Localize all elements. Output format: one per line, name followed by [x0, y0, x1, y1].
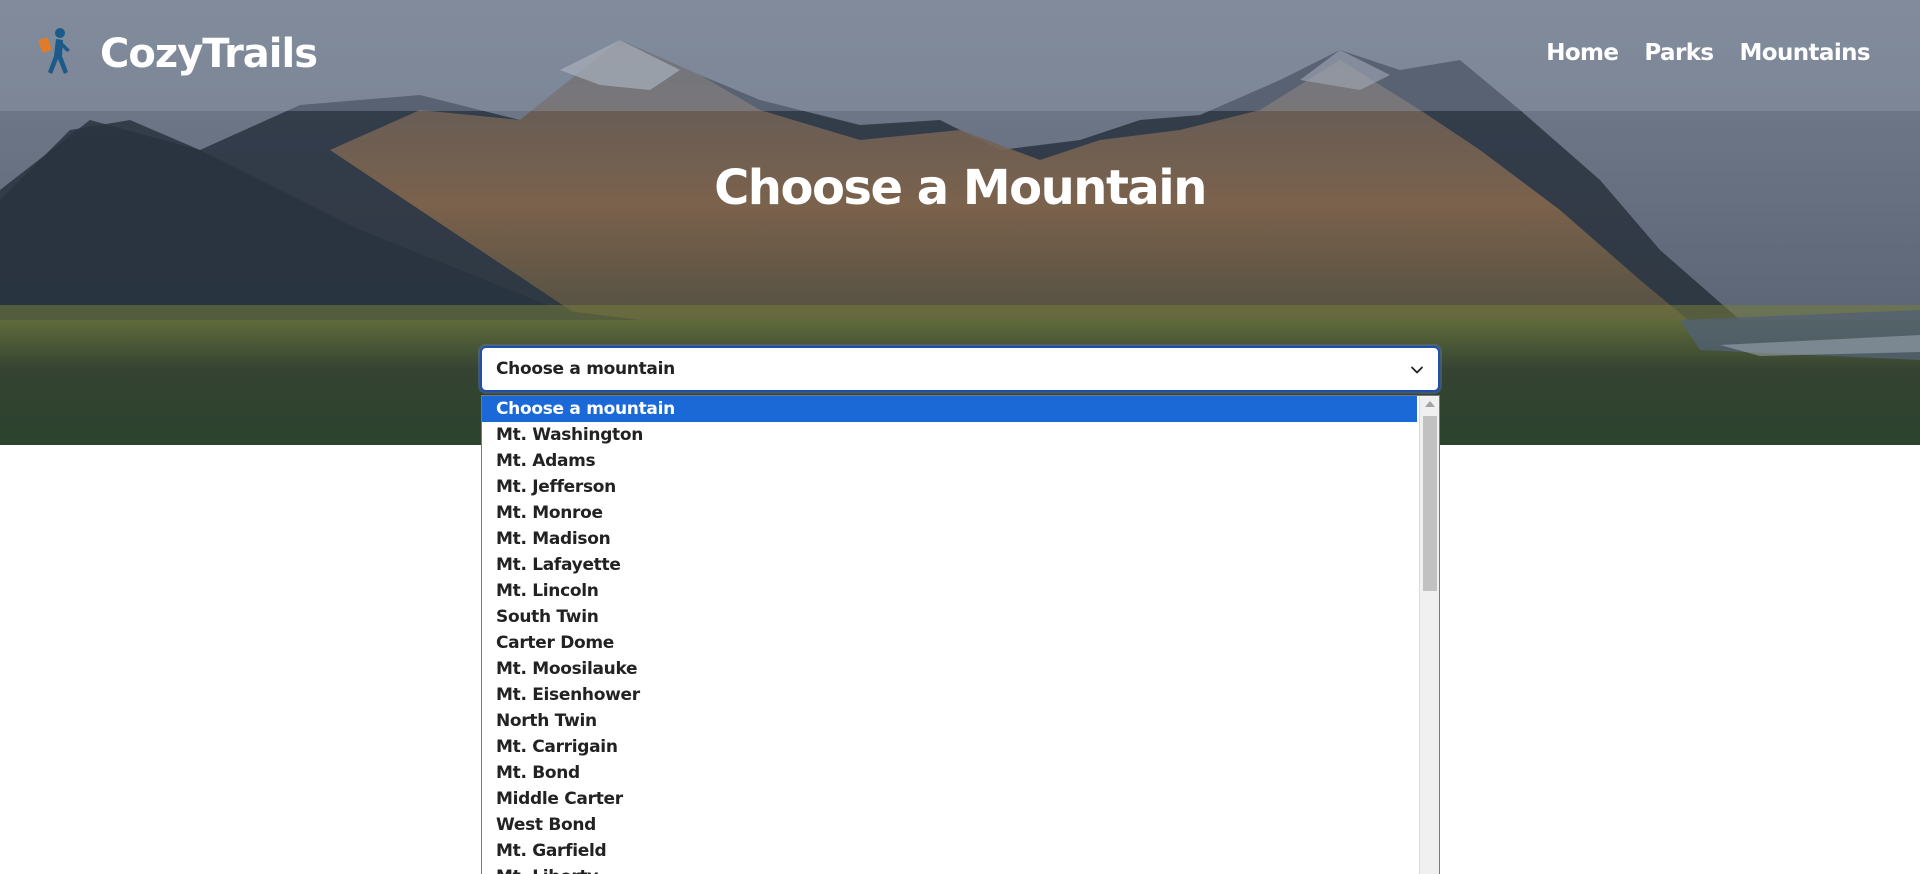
mountain-option[interactable]: West Bond — [482, 812, 1417, 838]
mountain-dropdown-list[interactable]: Choose a mountain Mt. Washington Mt. Adams… — [481, 395, 1440, 874]
mountain-option[interactable]: Middle Carter — [482, 786, 1417, 812]
page-title: Choose a Mountain — [714, 160, 1207, 216]
mountain-option[interactable]: Mt. Washington — [482, 422, 1417, 448]
mountain-option[interactable]: Mt. Bond — [482, 760, 1417, 786]
mountain-option[interactable]: Mt. Eisenhower — [482, 682, 1417, 708]
mountain-option[interactable]: Mt. Madison — [482, 526, 1417, 552]
mountain-option[interactable]: North Twin — [482, 708, 1417, 734]
mountain-option[interactable]: Mt. Monroe — [482, 500, 1417, 526]
nav-mountains[interactable]: Mountains — [1740, 38, 1871, 68]
option-list: Choose a mountain Mt. Washington Mt. Adams… — [482, 396, 1439, 874]
mountain-option[interactable]: Mt. Garfield — [482, 838, 1417, 864]
mountain-option[interactable]: Mt. Adams — [482, 448, 1417, 474]
nav-home[interactable]: Home — [1546, 38, 1619, 68]
mountain-option[interactable]: Choose a mountain — [482, 396, 1417, 422]
mountain-option[interactable]: Mt. Jefferson — [482, 474, 1417, 500]
mountain-option[interactable]: Mt. Liberty — [482, 864, 1417, 874]
main-nav: Home Parks Mountains — [1546, 38, 1870, 68]
mountain-option[interactable]: Mt. Moosilauke — [482, 656, 1417, 682]
dropdown-scrollbar[interactable] — [1419, 396, 1439, 874]
mountain-option[interactable]: Mt. Lincoln — [482, 578, 1417, 604]
scroll-thumb[interactable] — [1423, 416, 1437, 591]
top-navbar: CozyTrails Home Parks Mountains — [0, 0, 1920, 111]
hiker-icon[interactable] — [36, 26, 76, 78]
mountain-option[interactable]: Mt. Carrigain — [482, 734, 1417, 760]
mountain-option[interactable]: Mt. Lafayette — [482, 552, 1417, 578]
scroll-up-arrow-icon[interactable] — [1425, 401, 1435, 407]
chevron-down-icon — [1411, 366, 1423, 374]
mountain-option[interactable]: South Twin — [482, 604, 1417, 630]
mountain-option[interactable]: Carter Dome — [482, 630, 1417, 656]
nav-parks[interactable]: Parks — [1644, 38, 1714, 68]
brand-name[interactable]: CozyTrails — [100, 28, 318, 80]
mountain-select[interactable]: Choose a mountain — [480, 346, 1440, 392]
mountain-select-value: Choose a mountain — [496, 359, 675, 379]
